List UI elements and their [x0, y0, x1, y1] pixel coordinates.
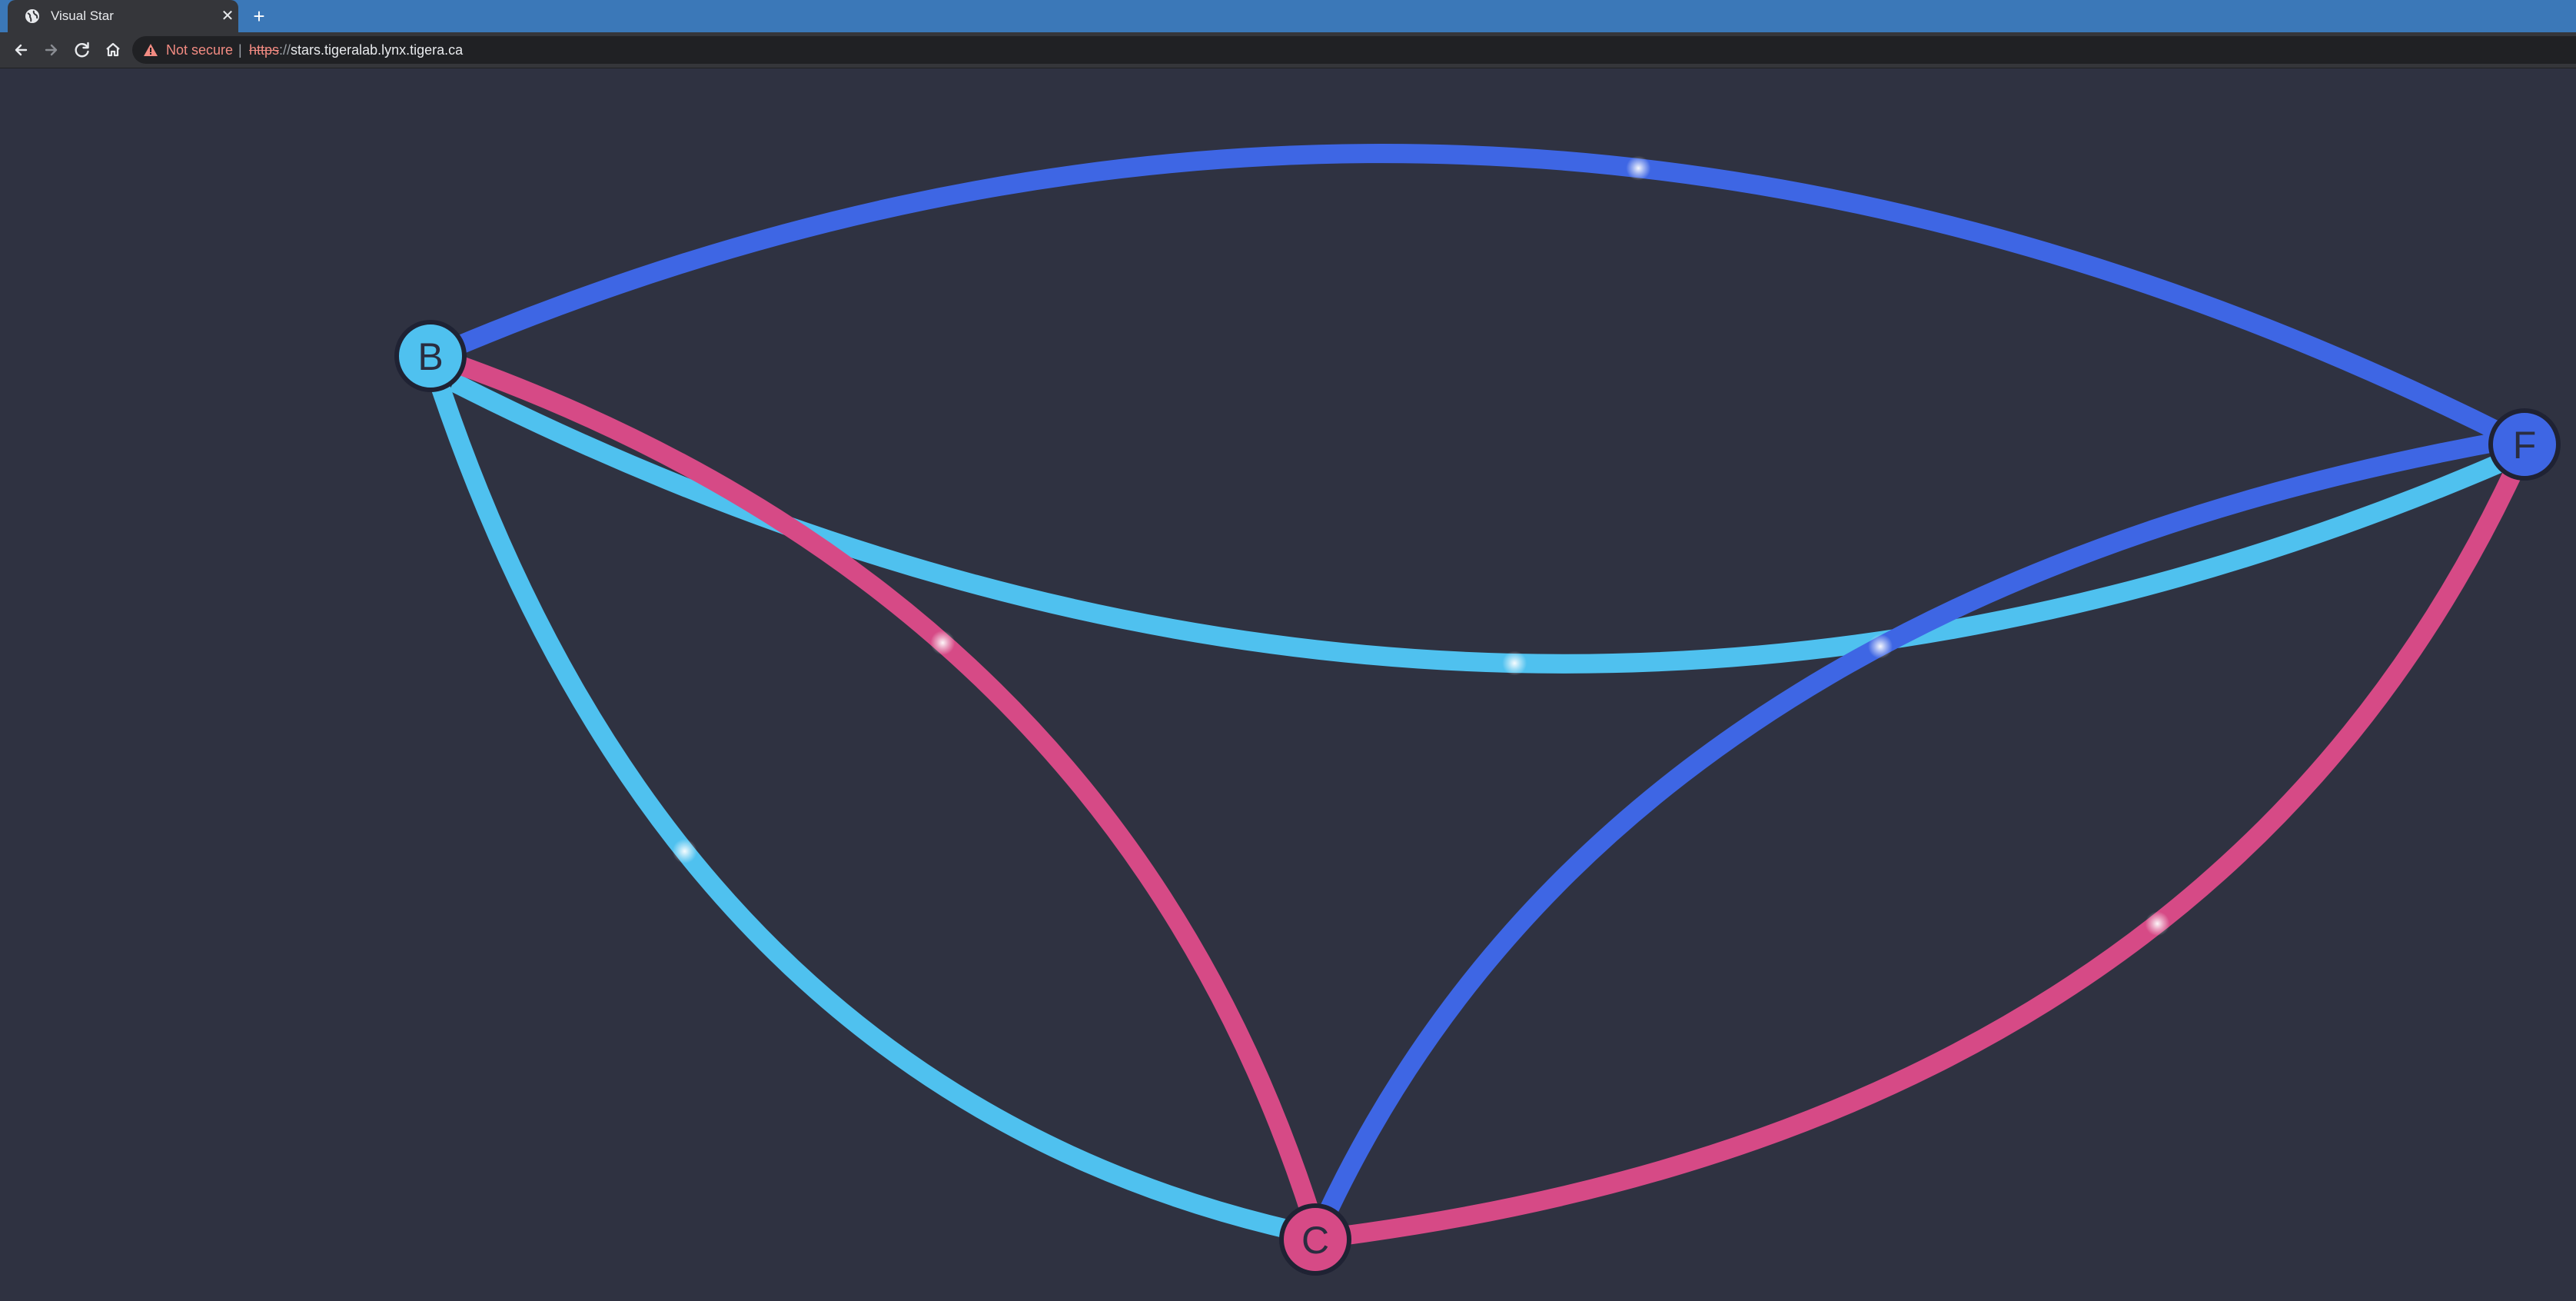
address-separator: | [238, 42, 242, 58]
traffic-particle [930, 630, 956, 655]
globe-icon [25, 9, 39, 23]
arrow-right-icon[interactable] [40, 38, 63, 62]
edge-B-F[interactable] [450, 144, 2512, 445]
node-label: C [1301, 1219, 1329, 1262]
traffic-particle [2145, 911, 2170, 937]
node-F[interactable]: F [2488, 408, 2561, 481]
plus-icon[interactable]: + [249, 6, 269, 26]
reload-icon[interactable] [71, 38, 94, 62]
traffic-particle [672, 839, 697, 864]
url-scheme: https [249, 42, 280, 58]
graph-svg[interactable]: B F C [0, 68, 2576, 1301]
tab-strip: Visual Star ✕ + [0, 0, 2576, 32]
node-B[interactable]: B [394, 320, 467, 392]
warning-triangle-icon [144, 44, 158, 56]
node-C[interactable]: C [1279, 1203, 1351, 1276]
graph-canvas[interactable]: B F C [0, 68, 2576, 1301]
traffic-particle [1626, 155, 1651, 181]
url-scheme-separator: :// [279, 42, 291, 58]
edge-B-C[interactable] [450, 354, 1321, 1222]
browser-tab[interactable]: Visual Star ✕ [8, 0, 238, 32]
traffic-particle [1502, 650, 1527, 676]
arrow-left-icon[interactable] [9, 38, 32, 62]
close-icon[interactable]: ✕ [220, 8, 235, 24]
node-label: F [2513, 424, 2537, 467]
node-label: B [417, 335, 443, 378]
edge-F-C[interactable] [1336, 457, 2528, 1246]
browser-toolbar: Not secure | https://stars.tigeralab.lyn… [0, 32, 2576, 68]
home-icon[interactable] [101, 38, 125, 62]
url-text: https://stars.tigeralab.lynx.tigera.ca [249, 42, 463, 58]
graph-nodes: B F C [394, 320, 2561, 1276]
traffic-particle [1868, 634, 1893, 659]
tab-title: Visual Star [51, 8, 114, 23]
edge-B-C[interactable] [429, 378, 1301, 1242]
url-host: stars.tigeralab.lynx.tigera.ca [291, 42, 464, 58]
address-bar[interactable]: Not secure | https://stars.tigeralab.lyn… [132, 36, 2576, 64]
graph-edges [429, 144, 2528, 1246]
security-status-text[interactable]: Not secure [166, 42, 233, 58]
edge-F-C[interactable] [1315, 430, 2511, 1223]
